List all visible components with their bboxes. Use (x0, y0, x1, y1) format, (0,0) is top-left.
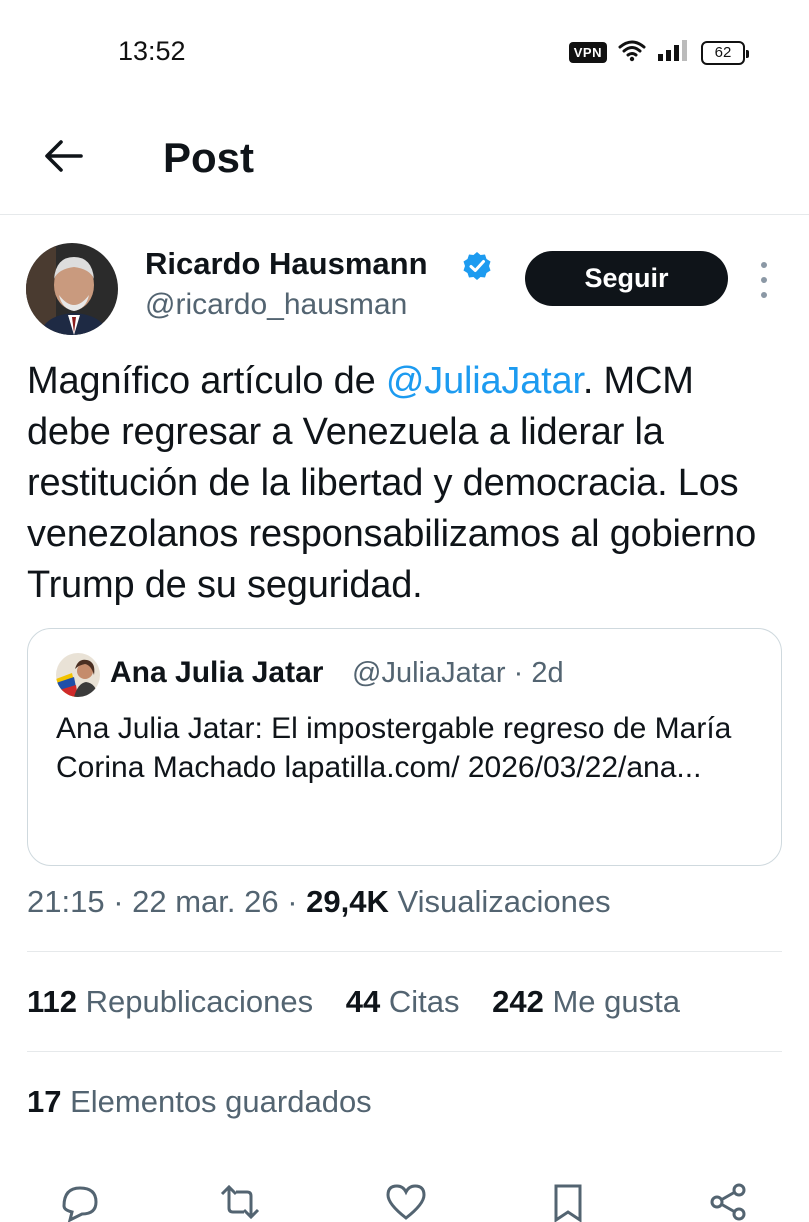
wifi-icon (617, 38, 647, 67)
quoted-tweet-card[interactable]: Ana Julia Jatar @JuliaJatar · 2d Ana Jul… (27, 628, 782, 866)
tweet-timestamp[interactable]: 21:15 · 22 mar. 26 · (27, 884, 306, 919)
repost-icon[interactable] (218, 1182, 262, 1222)
follow-button[interactable]: Seguir (525, 251, 728, 306)
views-count: 29,4K (306, 884, 389, 919)
author-name[interactable]: Ricardo Hausmann (145, 246, 428, 282)
verified-badge-icon (463, 252, 491, 280)
views-label: Visualizaciones (388, 884, 611, 919)
quote-meta: @JuliaJatar · 2d (352, 657, 564, 689)
like-icon[interactable] (384, 1182, 428, 1222)
battery-icon: 62 (701, 40, 749, 65)
divider (27, 1051, 782, 1052)
action-bar (0, 1168, 809, 1222)
engagement-stats: 112 Republicaciones 44 Citas 242 Me gust… (27, 984, 704, 1020)
signal-icon (657, 38, 691, 67)
vpn-badge: VPN (568, 42, 607, 63)
share-icon[interactable] (706, 1182, 750, 1222)
quote-text: Ana Julia Jatar: El impostergable regres… (56, 712, 732, 784)
likes-stat[interactable]: 242 Me gusta (492, 984, 680, 1019)
more-options-icon[interactable] (752, 262, 776, 298)
quotes-stat[interactable]: 44 Citas (346, 984, 460, 1019)
tweet-meta: 21:15 · 22 mar. 26 · 29,4K Visualizacion… (27, 884, 611, 920)
avatar[interactable] (26, 243, 118, 335)
author-handle[interactable]: @ricardo_hausman (145, 288, 407, 322)
bookmarks-stat: 17 Elementos guardados (27, 1084, 372, 1119)
divider (27, 951, 782, 952)
status-icons: VPN 62 (568, 38, 749, 67)
status-bar: 13:52 VPN 62 (0, 0, 809, 110)
mention-link[interactable]: @JuliaJatar (386, 360, 583, 402)
quote-avatar (56, 653, 100, 697)
reply-icon[interactable] (58, 1182, 102, 1222)
reposts-stat[interactable]: 112 Republicaciones (27, 984, 313, 1019)
arrow-left-icon (45, 140, 83, 172)
tweet-text: Magnífico artículo de @JuliaJatar. MCM d… (27, 360, 757, 606)
bookmark-icon[interactable] (546, 1182, 590, 1222)
page-title: Post (163, 134, 255, 181)
top-bar: Post (0, 110, 809, 215)
back-button[interactable] (40, 132, 88, 180)
quote-author-name: Ana Julia Jatar (110, 656, 324, 689)
status-time: 13:52 (118, 36, 186, 66)
battery-level: 62 (714, 44, 732, 61)
